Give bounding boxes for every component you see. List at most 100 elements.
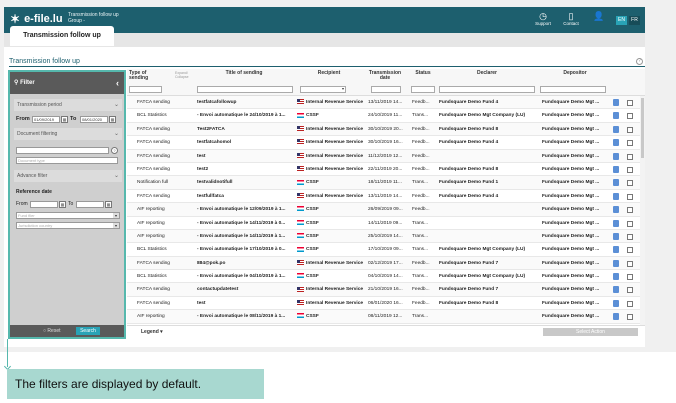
table-scrollbar[interactable] — [640, 96, 645, 325]
title-filter-input[interactable] — [197, 86, 293, 93]
column-recipient[interactable]: Recipient — [309, 71, 349, 76]
legend-button[interactable]: Legend ▾ — [141, 329, 163, 335]
table-row[interactable]: BCL Statistics - Envoi automatique le 04/… — [127, 270, 645, 284]
table-row[interactable]: Notification full testvalidnotifull CSSF 18… — [127, 176, 645, 190]
row-checkbox[interactable] — [627, 220, 633, 227]
date-filter-input[interactable] — [371, 86, 401, 93]
table-row[interactable]: BCL Statistics - Envoi automatique le 17/… — [127, 243, 645, 257]
column-declarer[interactable]: Declarer — [463, 71, 511, 76]
row-checkbox[interactable] — [627, 140, 633, 147]
table-row[interactable]: FATCA sending testfatcahomol Internal Reve… — [127, 136, 645, 150]
row-checkbox[interactable] — [627, 247, 633, 254]
reset-button[interactable]: ○ Reset — [43, 328, 60, 334]
table-row[interactable]: FATCA sending test Internal Revenue Servic… — [127, 297, 645, 311]
to-date-input[interactable]: 08/01/2020 — [80, 116, 108, 123]
row-checkbox[interactable] — [627, 207, 633, 214]
table-row[interactable]: AIF reporting - Envoi automatique le 08/1… — [127, 310, 645, 324]
column-depositor[interactable]: Depositor — [555, 71, 595, 76]
column-status[interactable]: Status — [411, 71, 435, 76]
table-row[interactable]: BCL Statistics - Envoi automatique le 24/… — [127, 109, 645, 123]
tab-transmission-follow-up[interactable]: Transmission follow up — [10, 26, 114, 46]
logo[interactable]: ✶ e-file.lu — [10, 12, 63, 26]
from-date-input[interactable]: 01/09/2019 — [32, 116, 60, 123]
depositor-filter-input[interactable] — [540, 86, 606, 93]
collapse-icon[interactable]: ‹ — [116, 72, 119, 94]
document-icon[interactable] — [613, 152, 619, 160]
document-icon[interactable] — [613, 179, 619, 187]
document-filtering-section[interactable]: Document filtering ⌄ — [14, 128, 122, 140]
calendar-icon[interactable]: ▦ — [105, 201, 112, 208]
document-icon[interactable] — [613, 232, 619, 240]
filter-header[interactable]: ⚲ Filter ‹ — [10, 72, 124, 94]
row-checkbox[interactable] — [627, 274, 633, 281]
support-button[interactable]: ◷ Support — [531, 11, 555, 26]
row-checkbox[interactable] — [627, 180, 633, 187]
row-checkbox[interactable] — [627, 113, 633, 120]
advance-filter-section[interactable]: Advance filter ⌄ — [14, 170, 122, 182]
table-row[interactable]: FATCA sending contactupdatetest Internal R… — [127, 283, 645, 297]
document-icon[interactable] — [613, 246, 619, 254]
document-icon[interactable] — [613, 206, 619, 214]
column-date[interactable]: Transmission date — [367, 71, 403, 81]
table-row[interactable]: AIF reporting - Envoi automatique le 14/1… — [127, 229, 645, 244]
column-title[interactable]: Title of sending — [213, 71, 275, 76]
fund-filer-select[interactable]: Fund filer ▾ — [16, 212, 120, 219]
document-icon[interactable] — [613, 192, 619, 200]
document-icon[interactable] — [613, 112, 619, 120]
help-icon[interactable]: ? — [111, 147, 118, 154]
table-row[interactable]: AIF reporting - Envoi automatique le 12/0… — [127, 203, 645, 217]
row-checkbox[interactable] — [627, 193, 633, 200]
language-en-button[interactable]: EN — [616, 16, 627, 25]
status-filter-input[interactable] — [411, 86, 435, 93]
document-icon[interactable] — [613, 219, 619, 227]
transmission-period-section[interactable]: Transmission period ⌄ — [14, 99, 122, 111]
document-icon[interactable] — [613, 313, 619, 321]
document-icon[interactable] — [613, 259, 619, 267]
table-row[interactable]: FATCA sending test Internal Revenue Servic… — [127, 149, 645, 163]
row-checkbox[interactable] — [627, 287, 633, 294]
ref-to-input[interactable] — [76, 201, 104, 208]
help-icon[interactable]: ? — [636, 58, 643, 65]
expand-collapse-toggle[interactable]: Expand/Collapse — [175, 71, 189, 79]
type-filter-input[interactable] — [129, 86, 162, 93]
document-icon[interactable] — [613, 139, 619, 147]
recipient-filter-select[interactable]: ▾ — [300, 86, 346, 93]
declarer-filter-input[interactable] — [439, 86, 535, 93]
calendar-icon[interactable]: ▦ — [59, 201, 66, 208]
document-type-input[interactable]: Document type — [16, 157, 118, 164]
table-row[interactable]: AIF reporting - Envoi automatique le 14/1… — [127, 217, 645, 230]
table-row[interactable]: FATCA sending test2 Internal Revenue Servi… — [127, 163, 645, 177]
document-text-input[interactable] — [16, 147, 109, 154]
document-icon[interactable] — [613, 99, 619, 106]
contact-button[interactable]: ▯ Contact — [559, 11, 583, 26]
calendar-icon[interactable]: ▦ — [61, 116, 68, 123]
document-icon[interactable] — [613, 299, 619, 307]
row-checkbox[interactable] — [627, 100, 633, 106]
row-checkbox[interactable] — [627, 153, 633, 160]
select-action-button[interactable]: Select Action — [543, 328, 638, 336]
document-icon[interactable] — [613, 125, 619, 133]
row-checkbox[interactable] — [627, 233, 633, 240]
user-menu-button[interactable]: 👤 — [587, 11, 611, 21]
table-row[interactable]: FATCA sending 884@pok.po Internal Revenue … — [127, 256, 645, 271]
flag-icon — [297, 233, 304, 239]
column-type[interactable]: Type of sending — [129, 71, 159, 81]
language-fr-button[interactable]: FR — [629, 16, 640, 25]
calendar-icon[interactable]: ▦ — [109, 116, 116, 123]
scrollbar-thumb[interactable] — [641, 98, 644, 158]
table-row[interactable]: FATCA sending testfullfatca Internal Reven… — [127, 190, 645, 204]
flag-icon — [297, 286, 304, 292]
table-row[interactable]: FATCA sending testfatcafollowup Internal R… — [127, 96, 645, 110]
search-button[interactable]: Search — [76, 327, 100, 335]
row-checkbox[interactable] — [627, 166, 633, 173]
row-checkbox[interactable] — [627, 314, 633, 321]
document-icon[interactable] — [613, 165, 619, 173]
document-icon[interactable] — [613, 286, 619, 294]
document-icon[interactable] — [613, 273, 619, 281]
jurisdiction-select[interactable]: Jurisdiction country ▾ — [16, 222, 120, 229]
row-checkbox[interactable] — [627, 260, 633, 267]
row-checkbox[interactable] — [627, 300, 633, 307]
row-checkbox[interactable] — [627, 126, 633, 133]
table-row[interactable]: FATCA sending Test2FATCA Internal Revenue … — [127, 122, 645, 137]
ref-from-input[interactable] — [30, 201, 58, 208]
